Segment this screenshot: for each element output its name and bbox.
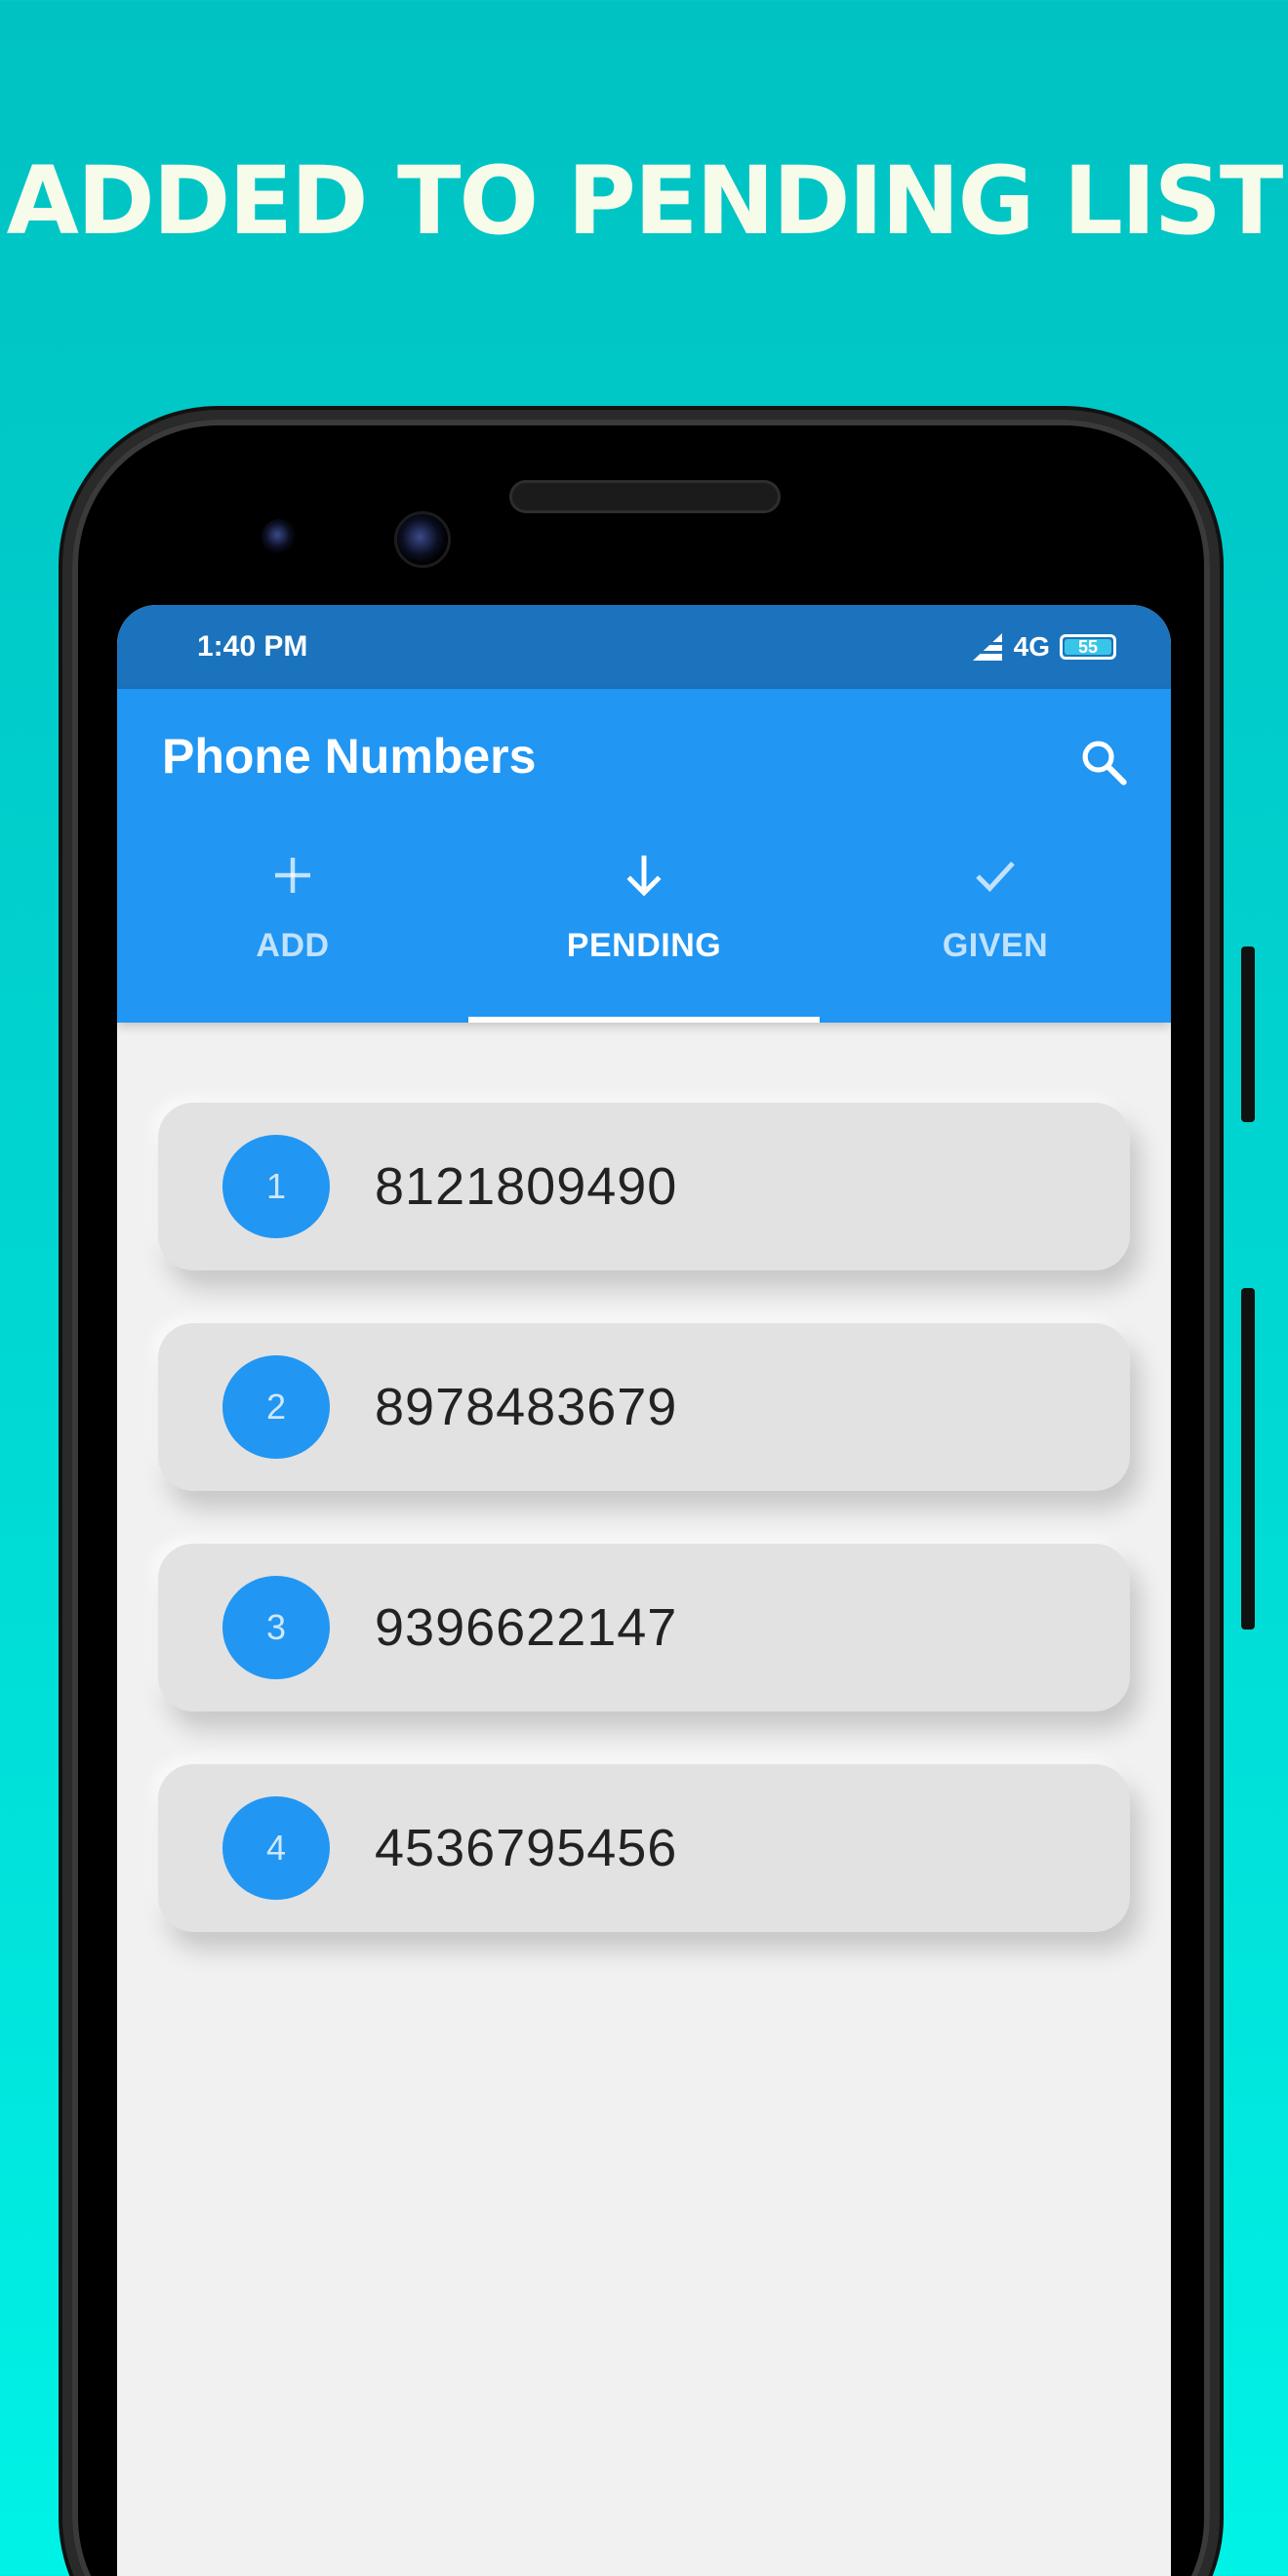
- tab-given[interactable]: GIVEN: [820, 837, 1171, 1023]
- list-item[interactable]: 4 4536795456: [158, 1764, 1130, 1932]
- front-camera-icon: [394, 511, 451, 568]
- index-badge: 3: [222, 1576, 330, 1679]
- tab-add[interactable]: ADD: [117, 837, 468, 1023]
- plus-icon: [275, 858, 310, 893]
- network-type: 4G: [1013, 631, 1050, 662]
- tab-add-label: ADD: [256, 927, 330, 964]
- page-title: Phone Numbers: [162, 729, 537, 784]
- tab-bar: ADD PENDING GIVEN: [117, 837, 1171, 1023]
- tab-given-label: GIVEN: [942, 927, 1049, 964]
- phone-number: 8978483679: [375, 1378, 678, 1436]
- search-button[interactable]: [1073, 732, 1134, 792]
- list-item[interactable]: 2 8978483679: [158, 1323, 1130, 1491]
- tab-pending-label: PENDING: [566, 927, 722, 964]
- status-bar: 1:40 PM 4G 55: [117, 605, 1171, 689]
- phone-number: 8121809490: [375, 1157, 678, 1216]
- app-bar: Phone Numbers ADD PENDING GIVEN: [117, 689, 1171, 1023]
- app-screen: 1:40 PM 4G 55 Phone Numbers ADD PENDING …: [117, 605, 1171, 2576]
- index-badge: 1: [222, 1135, 330, 1238]
- signal-icon: [972, 633, 1002, 661]
- status-indicators: 4G 55: [971, 631, 1116, 663]
- index-badge: 2: [222, 1355, 330, 1459]
- arrow-down-icon: [626, 855, 662, 897]
- status-time: 1:40 PM: [197, 630, 308, 663]
- volume-button: [1241, 946, 1255, 1122]
- sensor-icon: [262, 519, 297, 554]
- power-button: [1241, 1288, 1255, 1630]
- phone-number: 4536795456: [375, 1819, 678, 1877]
- index-badge: 4: [222, 1796, 330, 1900]
- search-icon: [1082, 741, 1127, 785]
- list-item[interactable]: 1 8121809490: [158, 1103, 1130, 1270]
- battery-level: 55: [1077, 636, 1099, 657]
- tab-pending[interactable]: PENDING: [468, 837, 820, 1023]
- phone-number: 9396622147: [375, 1598, 678, 1657]
- battery-icon: 55: [1060, 634, 1116, 660]
- pending-list: 1 8121809490 2 8978483679 3 9396622147 4…: [158, 1103, 1130, 1985]
- earpiece-speaker: [509, 480, 781, 513]
- check-icon: [976, 861, 1015, 893]
- list-item[interactable]: 3 9396622147: [158, 1544, 1130, 1711]
- promo-headline: ADDED TO PENDING LIST: [6, 146, 1284, 256]
